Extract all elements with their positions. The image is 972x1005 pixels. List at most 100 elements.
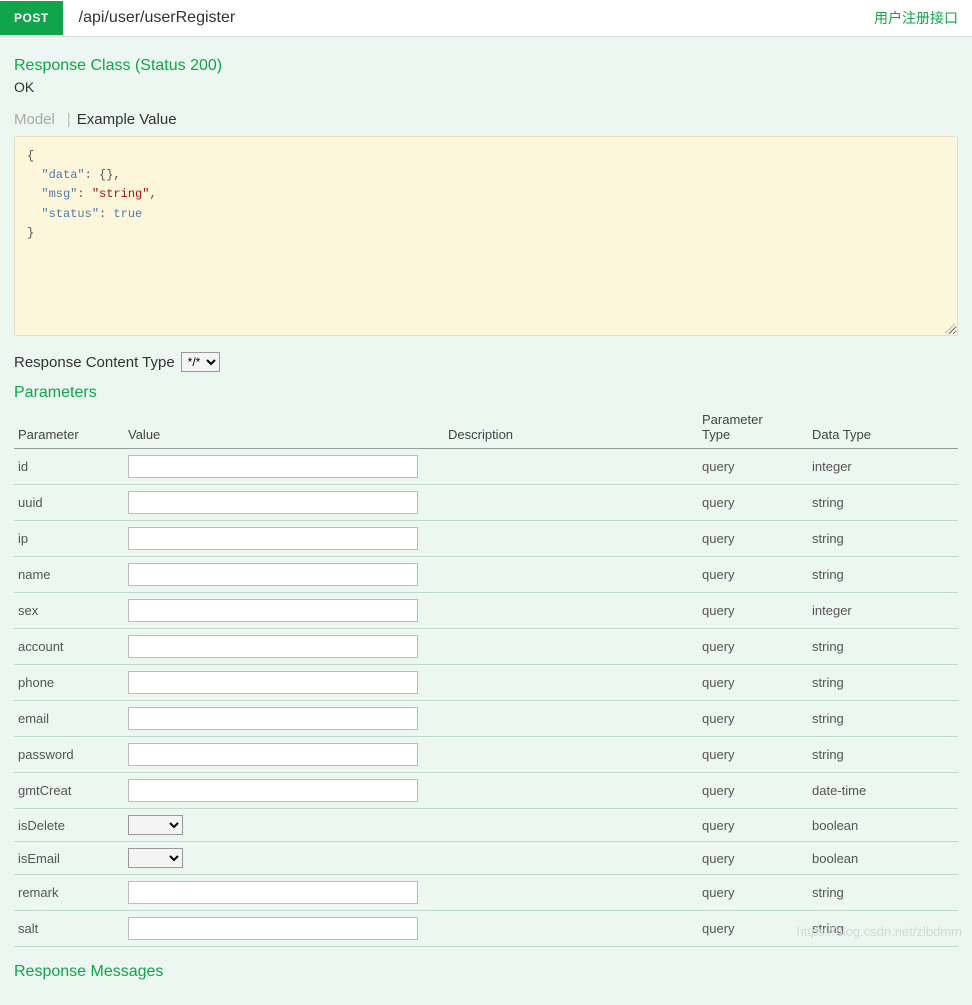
col-parameter-type: ParameterType bbox=[698, 406, 808, 449]
param-phone-input[interactable] bbox=[128, 671, 418, 694]
tab-example-value[interactable]: Example Value bbox=[77, 109, 183, 130]
param-name: sex bbox=[14, 593, 124, 629]
response-status: OK bbox=[14, 79, 958, 95]
param-data-type: string bbox=[808, 629, 958, 665]
param-isDelete-select[interactable] bbox=[128, 815, 183, 835]
param-name-input[interactable] bbox=[128, 563, 418, 586]
param-description bbox=[444, 911, 698, 947]
table-row: idqueryinteger bbox=[14, 449, 958, 485]
param-description bbox=[444, 701, 698, 737]
param-remark-input[interactable] bbox=[128, 881, 418, 904]
param-name: salt bbox=[14, 911, 124, 947]
param-name: email bbox=[14, 701, 124, 737]
http-method-badge: POST bbox=[0, 1, 63, 35]
table-row: ipquerystring bbox=[14, 521, 958, 557]
param-value-cell bbox=[124, 485, 444, 521]
param-data-type: boolean bbox=[808, 809, 958, 842]
param-value-cell bbox=[124, 449, 444, 485]
param-gmtCreat-input[interactable] bbox=[128, 779, 418, 802]
parameters-header-row: Parameter Value Description ParameterTyp… bbox=[14, 406, 958, 449]
table-row: isDelete queryboolean bbox=[14, 809, 958, 842]
table-row: isEmail queryboolean bbox=[14, 842, 958, 875]
param-description bbox=[444, 557, 698, 593]
param-description bbox=[444, 521, 698, 557]
param-value-cell bbox=[124, 773, 444, 809]
param-type: query bbox=[698, 449, 808, 485]
param-account-input[interactable] bbox=[128, 635, 418, 658]
param-type: query bbox=[698, 629, 808, 665]
response-content-type-row: Response Content Type */* bbox=[14, 352, 958, 372]
param-value-cell bbox=[124, 629, 444, 665]
param-name: isDelete bbox=[14, 809, 124, 842]
param-data-type: string bbox=[808, 737, 958, 773]
param-type: query bbox=[698, 557, 808, 593]
param-name: uuid bbox=[14, 485, 124, 521]
response-content-type-label: Response Content Type bbox=[14, 354, 175, 371]
param-value-cell bbox=[124, 737, 444, 773]
param-data-type: date-time bbox=[808, 773, 958, 809]
param-description bbox=[444, 665, 698, 701]
param-type: query bbox=[698, 665, 808, 701]
parameters-title: Parameters bbox=[14, 384, 958, 402]
param-description bbox=[444, 773, 698, 809]
param-data-type: boolean bbox=[808, 842, 958, 875]
param-sex-input[interactable] bbox=[128, 599, 418, 622]
tab-separator: | bbox=[61, 109, 77, 130]
param-isEmail-select[interactable] bbox=[128, 848, 183, 868]
tab-model[interactable]: Model bbox=[14, 109, 61, 130]
response-messages-title: Response Messages bbox=[14, 963, 958, 981]
param-value-cell bbox=[124, 875, 444, 911]
param-name: name bbox=[14, 557, 124, 593]
param-name: phone bbox=[14, 665, 124, 701]
param-description bbox=[444, 593, 698, 629]
param-type: query bbox=[698, 911, 808, 947]
param-salt-input[interactable] bbox=[128, 917, 418, 940]
table-row: email querystring bbox=[14, 701, 958, 737]
param-type: query bbox=[698, 809, 808, 842]
col-data-type: Data Type bbox=[808, 406, 958, 449]
param-name: isEmail bbox=[14, 842, 124, 875]
param-type: query bbox=[698, 842, 808, 875]
param-value-cell bbox=[124, 521, 444, 557]
param-email-input[interactable] bbox=[128, 707, 418, 730]
param-data-type: string bbox=[808, 665, 958, 701]
param-data-type: integer bbox=[808, 593, 958, 629]
response-class-title: Response Class (Status 200) bbox=[14, 57, 958, 75]
table-row: phone querystring bbox=[14, 665, 958, 701]
param-value-cell bbox=[124, 593, 444, 629]
table-row: password querystring bbox=[14, 737, 958, 773]
param-name: id bbox=[14, 449, 124, 485]
param-value-cell bbox=[124, 701, 444, 737]
param-ip-input[interactable] bbox=[128, 527, 418, 550]
operation-body: Response Class (Status 200) OK Model | E… bbox=[0, 37, 972, 1005]
param-type: query bbox=[698, 521, 808, 557]
param-type: query bbox=[698, 593, 808, 629]
param-id-input[interactable] bbox=[128, 455, 418, 478]
parameters-table: Parameter Value Description ParameterTyp… bbox=[14, 406, 958, 947]
response-content-type-select[interactable]: */* bbox=[181, 352, 220, 372]
param-data-type: string bbox=[808, 701, 958, 737]
param-data-type: string bbox=[808, 911, 958, 947]
param-name: password bbox=[14, 737, 124, 773]
table-row: salt querystring bbox=[14, 911, 958, 947]
endpoint-path: /api/user/userRegister bbox=[63, 1, 860, 35]
param-type: query bbox=[698, 701, 808, 737]
param-description bbox=[444, 842, 698, 875]
response-example-code[interactable]: { "data": {}, "msg": "string", "status":… bbox=[14, 136, 958, 336]
param-name: gmtCreat bbox=[14, 773, 124, 809]
table-row: namequerystring bbox=[14, 557, 958, 593]
param-description bbox=[444, 485, 698, 521]
param-data-type: string bbox=[808, 521, 958, 557]
col-parameter: Parameter bbox=[14, 406, 124, 449]
endpoint-description: 用户注册接口 bbox=[860, 0, 972, 36]
param-type: query bbox=[698, 773, 808, 809]
param-uuid-input[interactable] bbox=[128, 491, 418, 514]
endpoint-header[interactable]: POST /api/user/userRegister 用户注册接口 bbox=[0, 0, 972, 37]
table-row: uuidquerystring bbox=[14, 485, 958, 521]
table-row: sex queryinteger bbox=[14, 593, 958, 629]
table-row: remarkquerystring bbox=[14, 875, 958, 911]
param-type: query bbox=[698, 875, 808, 911]
param-password-input[interactable] bbox=[128, 743, 418, 766]
param-value-cell bbox=[124, 911, 444, 947]
param-type: query bbox=[698, 737, 808, 773]
